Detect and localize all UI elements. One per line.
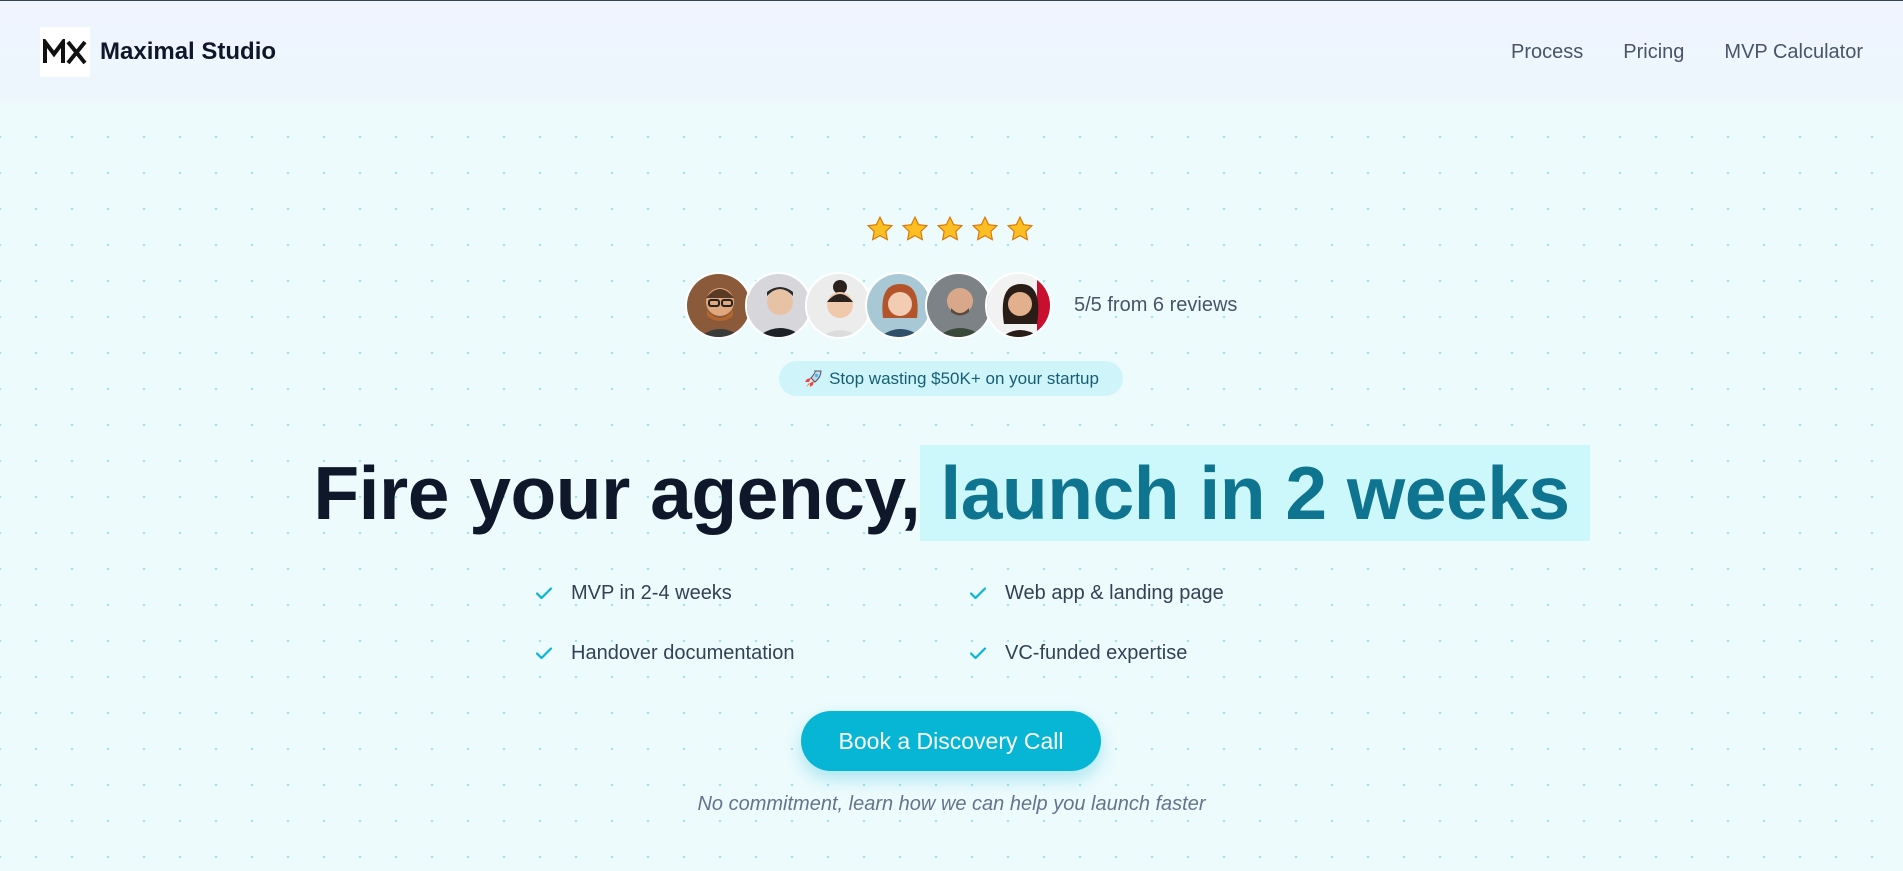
- book-discovery-call-button[interactable]: Book a Discovery Call: [801, 711, 1101, 771]
- avatar: [865, 272, 932, 339]
- avatar: [925, 272, 992, 339]
- rating-text: 5/5 from 6 reviews: [1074, 294, 1238, 316]
- nav-pricing-link[interactable]: Pricing: [1623, 41, 1684, 64]
- feature-label: Web app & landing page: [1005, 581, 1224, 604]
- hero-title-plain: Fire your agency,: [313, 451, 921, 535]
- mx-logo-mark: [43, 39, 87, 65]
- star-icon: [901, 215, 929, 241]
- site-header: Maximal Studio Process Pricing MVP Calcu…: [0, 1, 1903, 103]
- brand[interactable]: Maximal Studio: [40, 27, 276, 77]
- feature-label: VC-funded expertise: [1005, 641, 1188, 664]
- feature-item: MVP in 2-4 weeks: [533, 580, 967, 606]
- star-icon: [971, 215, 999, 241]
- avatar: [805, 272, 872, 339]
- feature-list: MVP in 2-4 weeks Web app & landing page …: [533, 580, 1253, 666]
- feature-label: MVP in 2-4 weeks: [571, 581, 732, 604]
- check-icon: [535, 647, 553, 660]
- rocket-icon: [805, 370, 822, 387]
- hero-title: Fire your agency, launch in 2 weeks: [0, 445, 1903, 541]
- nav-mvp-calculator-link[interactable]: MVP Calculator: [1724, 41, 1863, 64]
- badge-text: Stop wasting $50K+ on your startup: [829, 368, 1099, 388]
- hero-title-highlight: launch in 2 weeks: [920, 445, 1590, 541]
- cta-note: No commitment, learn how we can help you…: [697, 793, 1206, 815]
- feature-item: VC-funded expertise: [967, 640, 1253, 666]
- avatar: [745, 272, 812, 339]
- mx-logo-icon[interactable]: [40, 27, 90, 77]
- star-icon: [866, 215, 894, 241]
- feature-item: Web app & landing page: [967, 580, 1253, 606]
- star-icon: [936, 215, 964, 241]
- reviews-row: 5/5 from 6 reviews: [685, 272, 1237, 339]
- nav-process-link[interactable]: Process: [1511, 41, 1583, 64]
- feature-label: Handover documentation: [571, 641, 795, 664]
- check-icon: [535, 587, 553, 600]
- star-rating: [866, 215, 1034, 243]
- promo-badge: Stop wasting $50K+ on your startup: [779, 361, 1123, 396]
- check-icon: [969, 587, 987, 600]
- star-icon: [1006, 215, 1034, 241]
- avatar: [985, 272, 1052, 339]
- check-icon: [969, 647, 987, 660]
- main-nav: Process Pricing MVP Calculator: [1511, 41, 1863, 64]
- brand-name[interactable]: Maximal Studio: [100, 38, 276, 66]
- feature-item: Handover documentation: [533, 640, 967, 666]
- avatar: [685, 272, 752, 339]
